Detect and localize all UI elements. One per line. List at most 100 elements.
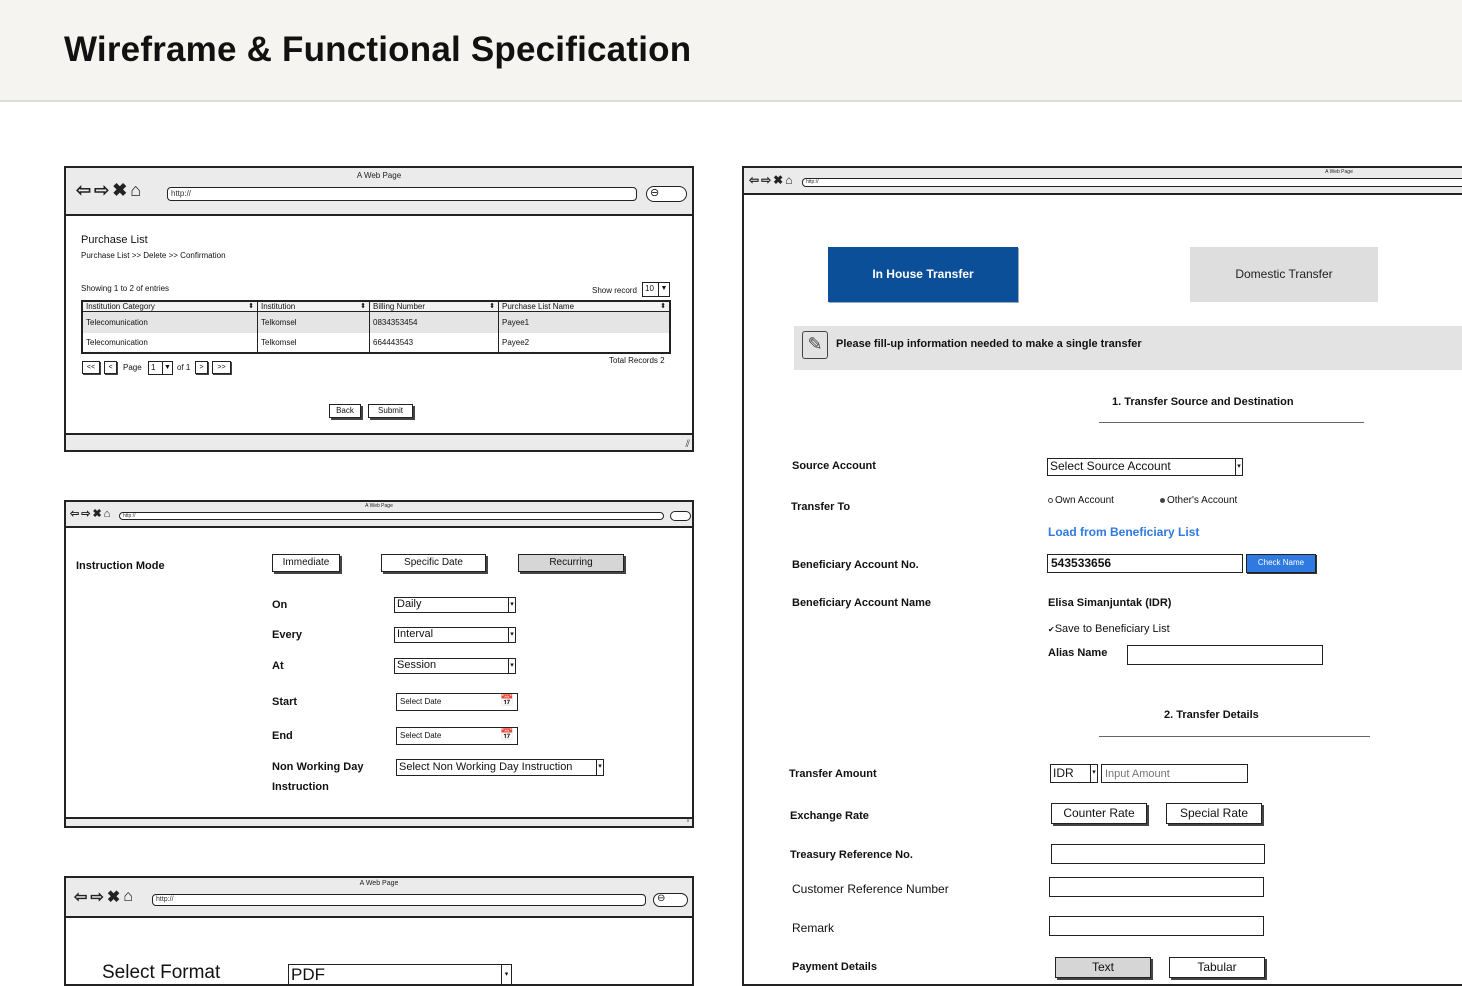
load-beneficiary-link[interactable]: Load from Beneficiary List — [1048, 525, 1199, 539]
alias-name-input[interactable] — [1127, 645, 1323, 665]
end-date-picker[interactable]: Select Date 📅 — [396, 727, 518, 745]
close-icon[interactable]: ✖ — [92, 507, 101, 520]
page-label: Page — [123, 363, 142, 372]
tabular-format-button[interactable]: Tabular — [1169, 957, 1265, 978]
currency-select[interactable]: IDR ▾ — [1050, 764, 1098, 783]
select-format-label: Select Format — [102, 962, 221, 983]
back-arrow-icon[interactable]: ⇦ — [76, 180, 91, 201]
table-cell: Telecomunication — [83, 312, 258, 333]
purchase-list-title: Purchase List — [81, 234, 148, 246]
immediate-button[interactable]: Immediate — [272, 554, 340, 572]
browser-nav: ⇦ ⇨ ✖ ⌂ — [76, 180, 141, 201]
total-records-text: Total Records 2 — [609, 356, 665, 365]
non-working-day-select[interactable]: Select Non Working Day Instruction ▾ — [396, 759, 604, 776]
table-row[interactable]: Telecomunication Telkomsel 664443543 Pay… — [83, 333, 669, 352]
browser-search-field[interactable] — [670, 511, 691, 521]
payment-details-label: Payment Details — [792, 961, 877, 973]
search-icon: ⊖ — [650, 187, 660, 199]
on-value: Daily — [397, 598, 422, 610]
text-format-button[interactable]: Text — [1055, 957, 1151, 978]
on-select[interactable]: Daily ▾ — [394, 597, 516, 613]
column-header[interactable]: Purchase List Name ⬍ — [499, 302, 669, 311]
back-arrow-icon[interactable]: ⇦ — [749, 173, 759, 187]
save-beneficiary-checkbox[interactable]: ✔Save to Beneficiary List — [1048, 623, 1170, 635]
search-icon: ⊖ — [657, 893, 666, 904]
start-date-picker[interactable]: Select Date 📅 — [396, 693, 518, 711]
table-cell: Telkomsel — [258, 312, 370, 333]
format-select[interactable]: PDF ▾ — [288, 964, 512, 984]
customer-reference-label: Customer Reference Number — [792, 882, 949, 896]
purchase-list-table: Institution Category ⬍ Institution ⬍ Billi… — [81, 300, 671, 354]
transfer-amount-input[interactable] — [1101, 764, 1248, 783]
beneficiary-account-no-input[interactable]: 543533656 — [1047, 554, 1243, 573]
url-bar[interactable]: http:// — [119, 512, 664, 520]
treasury-reference-input[interactable] — [1051, 844, 1265, 864]
others-account-radio[interactable]: Other's Account — [1160, 495, 1237, 506]
tab-in-house-transfer[interactable]: In House Transfer — [828, 247, 1018, 302]
chevron-down-icon: ▼ — [162, 362, 172, 374]
recurring-button[interactable]: Recurring — [518, 554, 624, 572]
treasury-reference-label: Treasury Reference No. — [790, 849, 913, 861]
browser-chrome: A Web Page ⇦ ⇨ ✖ ⌂ http:// ⊖ — [66, 878, 692, 918]
url-bar[interactable]: http:// — [167, 187, 637, 201]
column-header[interactable]: Institution Category ⬍ — [83, 302, 258, 311]
forward-arrow-icon[interactable]: ⇨ — [761, 173, 771, 187]
page-select[interactable]: 1 ▼ — [148, 361, 173, 375]
show-record-label: Show record — [592, 286, 637, 295]
url-bar[interactable]: http:// — [802, 178, 1462, 187]
first-page-button[interactable]: << — [82, 361, 100, 374]
show-record-value: 10 — [645, 284, 654, 293]
home-icon[interactable]: ⌂ — [130, 180, 141, 201]
remark-input[interactable] — [1049, 916, 1264, 936]
browser-search-field[interactable]: ⊖ — [646, 186, 687, 202]
calendar-icon[interactable]: 📅 — [500, 694, 514, 709]
last-page-button[interactable]: >> — [212, 361, 231, 374]
table-cell: 0834353454 — [370, 312, 499, 333]
edit-icon: ✎ — [802, 331, 828, 359]
prev-page-button[interactable]: < — [104, 361, 117, 374]
browser-page-title: A Web Page — [359, 880, 399, 887]
column-header[interactable]: Billing Number ⬍ — [370, 302, 499, 311]
forward-arrow-icon[interactable]: ⇨ — [94, 180, 109, 201]
next-page-button[interactable]: > — [195, 361, 208, 374]
back-arrow-icon[interactable]: ⇦ — [70, 507, 79, 520]
close-icon[interactable]: ✖ — [773, 173, 783, 187]
chevron-down-icon: ▾ — [508, 598, 515, 612]
at-label: At — [272, 660, 284, 672]
start-date-value: Select Date — [400, 697, 442, 706]
close-icon[interactable]: ✖ — [107, 887, 120, 907]
show-record-select[interactable]: 10 ▼ — [642, 282, 670, 297]
customer-reference-input[interactable] — [1049, 877, 1264, 897]
resize-handle-icon[interactable]: ⫽ — [687, 817, 690, 826]
save-beneficiary-label: Save to Beneficiary List — [1054, 623, 1170, 635]
table-row[interactable]: Telecomunication Telkomsel 0834353454 Pa… — [83, 312, 669, 333]
forward-arrow-icon[interactable]: ⇨ — [81, 507, 90, 520]
home-icon[interactable]: ⌂ — [104, 508, 111, 520]
resize-handle-icon[interactable]: ⫽ — [686, 439, 690, 450]
table-cell: 664443543 — [370, 333, 499, 352]
table-cell: Payee2 — [502, 338, 530, 347]
specific-date-button[interactable]: Specific Date — [381, 554, 486, 572]
browser-search-field[interactable]: ⊖ — [653, 893, 688, 907]
special-rate-button[interactable]: Special Rate — [1166, 803, 1262, 824]
check-name-button[interactable]: Check Name — [1246, 554, 1316, 573]
submit-button[interactable]: Submit — [368, 404, 413, 418]
browser-nav: ⇦ ⇨ ✖ ⌂ — [749, 173, 792, 187]
counter-rate-button[interactable]: Counter Rate — [1051, 803, 1147, 824]
alias-name-label: Alias Name — [1048, 647, 1108, 659]
column-header[interactable]: Institution ⬍ — [258, 302, 370, 311]
tab-domestic-transfer[interactable]: Domestic Transfer — [1190, 247, 1378, 302]
forward-arrow-icon[interactable]: ⇨ — [90, 887, 103, 907]
back-button[interactable]: Back — [329, 404, 361, 418]
home-icon[interactable]: ⌂ — [785, 173, 792, 187]
source-account-select[interactable]: Select Source Account ▾ — [1047, 458, 1243, 476]
calendar-icon[interactable]: 📅 — [500, 728, 514, 743]
at-select[interactable]: Session ▾ — [394, 658, 516, 674]
url-bar[interactable]: http:// — [152, 894, 646, 906]
every-select[interactable]: Interval ▾ — [394, 627, 516, 643]
home-icon[interactable]: ⌂ — [123, 888, 133, 906]
own-account-radio[interactable]: Own Account — [1048, 495, 1114, 506]
section-title-transfer-details: 2. Transfer Details — [1164, 709, 1259, 721]
back-arrow-icon[interactable]: ⇦ — [74, 887, 87, 907]
close-icon[interactable]: ✖ — [112, 180, 127, 201]
